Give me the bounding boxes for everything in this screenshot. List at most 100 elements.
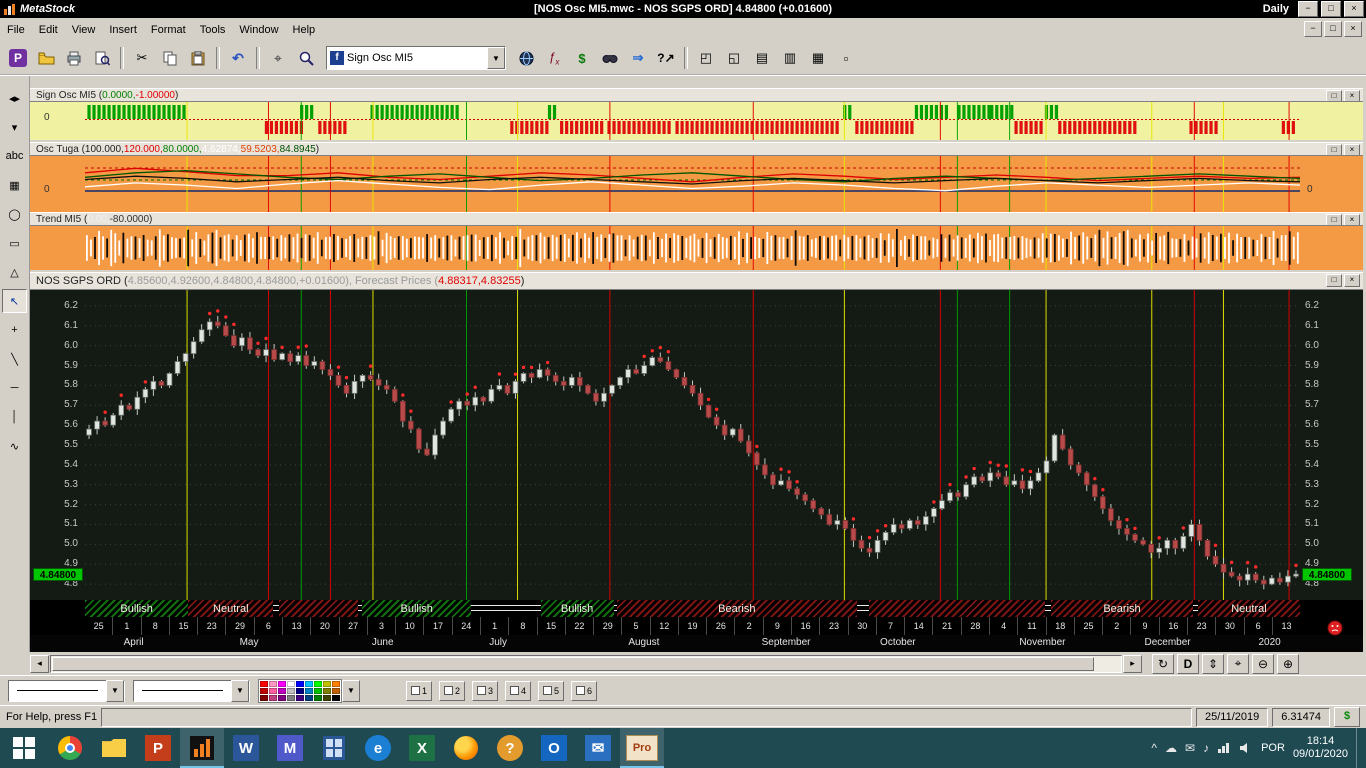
indicator-fx-button[interactable]: ƒx: [541, 45, 567, 71]
pan-tool[interactable]: ◂▸: [2, 86, 27, 110]
taskbar-app-m[interactable]: M: [268, 728, 312, 768]
panel-header-sign-osc[interactable]: Sign Osc MI5 (0.0000, -1.00000 ) □ ×: [30, 88, 1363, 102]
power-console-button[interactable]: P: [5, 45, 31, 71]
taskbar-outlook[interactable]: O: [532, 728, 576, 768]
print-button[interactable]: [61, 45, 87, 71]
palette-color[interactable]: [332, 680, 340, 687]
price-restore-button[interactable]: □: [1326, 274, 1342, 287]
palette-color[interactable]: [296, 687, 304, 694]
palette-color[interactable]: [287, 680, 295, 687]
taskbar-metastock[interactable]: [180, 728, 224, 768]
zoom-out-button[interactable]: ⊖: [1252, 653, 1274, 674]
scrollbar-thumb[interactable]: [52, 656, 1094, 671]
zoom-preset-3[interactable]: 3: [472, 680, 498, 701]
palette-color[interactable]: [278, 694, 286, 701]
menu-insert[interactable]: Insert: [102, 21, 144, 39]
taskbar-firefox[interactable]: [444, 728, 488, 768]
taskbar-help[interactable]: ?: [488, 728, 532, 768]
open-chart-button[interactable]: [33, 45, 59, 71]
mdi-minimize-button[interactable]: −: [1304, 21, 1322, 37]
tile-vertical-button[interactable]: ▥: [777, 45, 803, 71]
trend-close-button[interactable]: ×: [1344, 214, 1360, 225]
palette-color[interactable]: [323, 687, 331, 694]
drop-tool[interactable]: ▾: [2, 115, 27, 139]
zoom-preset-6[interactable]: 6: [571, 680, 597, 701]
palette-color[interactable]: [305, 680, 313, 687]
mdi-restore-button[interactable]: □: [1324, 21, 1342, 37]
trendline-tool[interactable]: ╲: [2, 347, 27, 371]
tile-horizontal-button[interactable]: ▤: [749, 45, 775, 71]
palette-color[interactable]: [260, 694, 268, 701]
menu-edit[interactable]: Edit: [32, 21, 65, 39]
candlestick-plot[interactable]: [85, 290, 1300, 600]
tray-icon-3[interactable]: ♪: [1203, 741, 1209, 755]
osc-tuga-plot[interactable]: [85, 156, 1300, 212]
color-picker[interactable]: ▼: [258, 678, 360, 703]
panel-header-price[interactable]: NOS SGPS ORD (4.85600, 4.92600, 4.84800,…: [30, 272, 1363, 290]
show-desktop-button[interactable]: [1356, 728, 1362, 768]
trend-restore-button[interactable]: □: [1326, 214, 1342, 225]
palette-color[interactable]: [305, 687, 313, 694]
palette-color[interactable]: [323, 680, 331, 687]
pan-chart-button[interactable]: ⌖: [1227, 653, 1249, 674]
refresh-button[interactable]: ↻: [1152, 653, 1174, 674]
crosshair-button[interactable]: ⌖: [265, 45, 291, 71]
text-tool[interactable]: abc: [2, 144, 27, 168]
scroll-left-button[interactable]: ◂: [30, 654, 49, 673]
color-palette[interactable]: [258, 678, 342, 703]
panel-header-osc-tuga[interactable]: Osc Tuga (100.000, 120.000, 80.0000, 4.6…: [30, 142, 1363, 156]
scroll-right-button[interactable]: ▸: [1123, 654, 1142, 673]
trend-plot[interactable]: [85, 226, 1300, 270]
vertical-line-tool[interactable]: │: [2, 405, 27, 429]
context-help-button[interactable]: ?↗: [653, 45, 679, 71]
forecast-smiley-icon[interactable]: [1327, 620, 1343, 636]
taskbar-powerpoint[interactable]: P: [136, 728, 180, 768]
triangle-tool[interactable]: △: [2, 260, 27, 284]
cut-button[interactable]: ✂: [129, 45, 155, 71]
new-inner-window-button[interactable]: ◰: [693, 45, 719, 71]
vertical-scale-button[interactable]: ⇕: [1202, 653, 1224, 674]
palette-color[interactable]: [278, 680, 286, 687]
palette-color[interactable]: [287, 694, 295, 701]
line-style-dropdown-arrow[interactable]: ▼: [106, 679, 124, 702]
palette-color[interactable]: [314, 680, 322, 687]
plus-tool[interactable]: +: [2, 318, 27, 342]
taskbar-mail[interactable]: ✉: [576, 728, 620, 768]
color-dropdown-arrow[interactable]: ▼: [342, 679, 360, 702]
horizontal-scrollbar[interactable]: [50, 654, 1122, 673]
palette-color[interactable]: [296, 694, 304, 701]
horizontal-line-tool[interactable]: ─: [2, 376, 27, 400]
mdi-close-button[interactable]: ×: [1344, 21, 1362, 37]
palette-color[interactable]: [305, 694, 313, 701]
datalink-button[interactable]: [513, 45, 539, 71]
zoom-preset-5[interactable]: 5: [538, 680, 564, 701]
language-indicator[interactable]: POR: [1261, 742, 1285, 754]
close-button[interactable]: ×: [1344, 1, 1364, 17]
taskbar-start[interactable]: [0, 728, 48, 768]
taskbar-metastock-pro[interactable]: Pro: [620, 728, 664, 768]
menu-file[interactable]: File: [0, 21, 32, 39]
taskbar-excel[interactable]: X: [400, 728, 444, 768]
zoom-in-button[interactable]: ⊕: [1277, 653, 1299, 674]
palette-color[interactable]: [332, 687, 340, 694]
tray-icon-0[interactable]: ^: [1151, 741, 1157, 755]
menu-format[interactable]: Format: [144, 21, 193, 39]
periodicity-button[interactable]: D: [1177, 653, 1199, 674]
minimize-button[interactable]: −: [1298, 1, 1318, 17]
zoom-preset-4[interactable]: 4: [505, 680, 531, 701]
taskbar-word[interactable]: W: [224, 728, 268, 768]
palette-color[interactable]: [278, 687, 286, 694]
explorer-button[interactable]: [597, 45, 623, 71]
menu-help[interactable]: Help: [286, 21, 323, 39]
volume-icon[interactable]: [1239, 742, 1253, 754]
zoom-preset-2[interactable]: 2: [439, 680, 465, 701]
osc-tuga-close-button[interactable]: ×: [1344, 144, 1360, 155]
system-tester-button[interactable]: $: [569, 45, 595, 71]
indicator-dropdown-arrow[interactable]: ▼: [487, 47, 505, 69]
undo-button[interactable]: ↶: [225, 45, 251, 71]
grid-tool[interactable]: ▦: [2, 173, 27, 197]
palette-color[interactable]: [314, 687, 322, 694]
price-close-button[interactable]: ×: [1344, 274, 1360, 287]
sign-osc-plot[interactable]: [85, 102, 1300, 140]
menu-view[interactable]: View: [65, 21, 103, 39]
